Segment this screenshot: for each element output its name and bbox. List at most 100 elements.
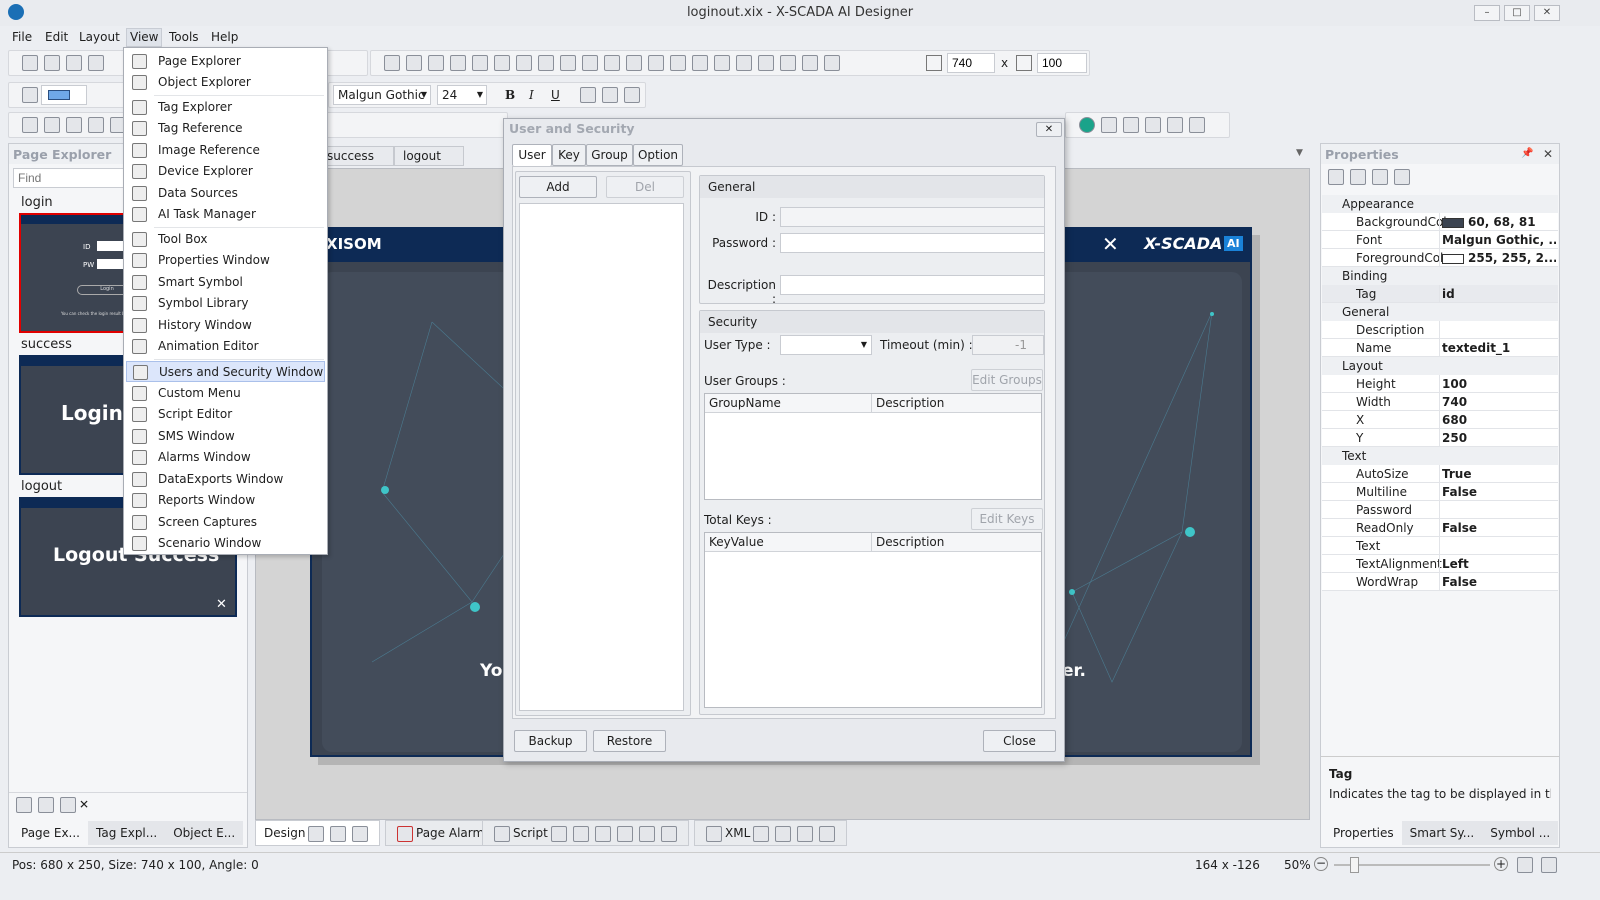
- menu-help[interactable]: Help: [211, 30, 238, 44]
- export-icon[interactable]: [572, 825, 589, 842]
- tab-smart-symbol[interactable]: Smart Sy...: [1401, 821, 1483, 845]
- property-row[interactable]: Name textedit_1: [1322, 339, 1558, 357]
- align-center-icon[interactable]: [602, 87, 618, 103]
- property-value[interactable]: True: [1442, 467, 1556, 481]
- doc-tab-success[interactable]: success: [318, 146, 394, 166]
- view-menu-item[interactable]: Data Sources: [126, 183, 325, 204]
- tab-symbol-library[interactable]: Symbol ...: [1482, 821, 1559, 845]
- property-pages-icon[interactable]: [1372, 169, 1388, 185]
- rotate-left-icon[interactable]: [802, 55, 818, 71]
- column-header[interactable]: Description: [872, 533, 948, 551]
- property-category[interactable]: Appearance: [1322, 195, 1558, 213]
- area-chart-icon[interactable]: [1167, 117, 1183, 133]
- align-bottom-icon[interactable]: [538, 55, 554, 71]
- trend-chart-icon[interactable]: [1145, 117, 1161, 133]
- tab-page-alarm[interactable]: Page Alarm: [385, 820, 494, 846]
- copy-page-icon[interactable]: [60, 797, 76, 813]
- property-value[interactable]: 680: [1442, 413, 1556, 427]
- property-row[interactable]: BackgroundColc 60, 68, 81: [1322, 213, 1558, 231]
- save-all-icon[interactable]: [88, 55, 104, 71]
- property-value[interactable]: 740: [1442, 395, 1556, 409]
- zoom-out-button[interactable]: −: [1314, 857, 1328, 871]
- sort-az-icon[interactable]: [1350, 169, 1366, 185]
- underline-button[interactable]: U: [551, 88, 560, 102]
- property-value[interactable]: Left: [1442, 557, 1556, 571]
- property-row[interactable]: Multiline False: [1322, 483, 1558, 501]
- align-right-edges-icon[interactable]: [472, 55, 488, 71]
- fit-page-icon[interactable]: [1517, 857, 1533, 873]
- tab-user[interactable]: User: [512, 144, 552, 166]
- delete-user-button[interactable]: Del: [606, 176, 684, 198]
- menu-edit[interactable]: Edit: [45, 30, 68, 44]
- view-menu-item[interactable]: Screen Captures: [126, 512, 325, 533]
- property-row[interactable]: Description: [1322, 321, 1558, 339]
- forward-icon[interactable]: [714, 55, 730, 71]
- page-image-icon[interactable]: [16, 797, 32, 813]
- view-menu-item[interactable]: Alarms Window: [126, 447, 325, 468]
- view-menu-item[interactable]: Script Editor: [126, 404, 325, 425]
- align-left-icon[interactable]: [580, 87, 596, 103]
- password-input[interactable]: [780, 233, 1045, 253]
- height-input[interactable]: [1037, 53, 1087, 73]
- rotate-right-icon[interactable]: [824, 55, 840, 71]
- tab-tag-explorer[interactable]: Tag Expl...: [88, 821, 166, 845]
- new-page-icon[interactable]: [38, 797, 54, 813]
- same-height-icon[interactable]: [582, 55, 598, 71]
- align-top-icon[interactable]: [494, 55, 510, 71]
- view-menu-item[interactable]: Image Reference: [126, 140, 325, 161]
- property-value[interactable]: 255, 255, 2...: [1442, 251, 1556, 265]
- property-value[interactable]: 60, 68, 81: [1442, 215, 1556, 229]
- view-menu-item[interactable]: Tag Explorer: [126, 97, 325, 118]
- fill-color-picker[interactable]: [41, 85, 87, 105]
- align-centers-icon[interactable]: [450, 55, 466, 71]
- menu-tools[interactable]: Tools: [169, 30, 199, 44]
- user-groups-table[interactable]: GroupName Description: [704, 393, 1042, 500]
- property-category[interactable]: General: [1322, 303, 1558, 321]
- user-list[interactable]: [519, 203, 684, 711]
- property-value[interactable]: False: [1442, 521, 1556, 535]
- flip-v-icon[interactable]: [780, 55, 796, 71]
- globe-icon[interactable]: [1079, 117, 1095, 133]
- save-icon[interactable]: [66, 55, 82, 71]
- property-value[interactable]: textedit_1: [1442, 341, 1556, 355]
- zoom-slider[interactable]: [1334, 857, 1490, 873]
- polyline-icon[interactable]: [44, 117, 60, 133]
- tab-script[interactable]: Script: [482, 820, 689, 846]
- width-input[interactable]: [947, 53, 995, 73]
- tools-icon[interactable]: [616, 825, 633, 842]
- backup-button[interactable]: Backup: [514, 730, 587, 752]
- property-row[interactable]: Y 250: [1322, 429, 1558, 447]
- column-header[interactable]: Description: [872, 394, 948, 412]
- doc-tab-logout[interactable]: logout: [394, 146, 464, 166]
- property-row[interactable]: Password: [1322, 501, 1558, 519]
- bar-chart-icon[interactable]: [1189, 117, 1205, 133]
- property-value[interactable]: False: [1442, 575, 1556, 589]
- property-row[interactable]: X 680: [1322, 411, 1558, 429]
- bring-front-icon[interactable]: [670, 55, 686, 71]
- tab-object-explorer[interactable]: Object E...: [165, 821, 244, 845]
- property-row[interactable]: ForegroundColc 255, 255, 2...: [1322, 249, 1558, 267]
- column-header[interactable]: KeyValue: [705, 533, 872, 551]
- close-window-button[interactable]: ✕: [1534, 5, 1560, 21]
- center-v-icon[interactable]: [648, 55, 664, 71]
- view-menu-item[interactable]: AI Task Manager: [126, 204, 325, 225]
- align-middle-icon[interactable]: [516, 55, 532, 71]
- view-menu-item[interactable]: Tool Box: [126, 229, 325, 250]
- zoom-in-icon[interactable]: [638, 825, 655, 842]
- align-left-edges-icon[interactable]: [428, 55, 444, 71]
- property-category[interactable]: Text: [1322, 447, 1558, 465]
- zoom-in-button[interactable]: +: [1494, 857, 1508, 871]
- tab-xml[interactable]: XML: [694, 820, 848, 846]
- tab-option[interactable]: Option: [633, 144, 683, 166]
- table-icon[interactable]: [1123, 117, 1139, 133]
- zoom-out-icon[interactable]: [819, 825, 836, 842]
- view-menu-item[interactable]: Custom Menu: [126, 383, 325, 404]
- property-value[interactable]: id: [1442, 287, 1556, 301]
- events-wand-icon[interactable]: [1394, 169, 1410, 185]
- property-row[interactable]: Font Malgun Gothic, ...: [1322, 231, 1558, 249]
- view-menu-item[interactable]: Symbol Library: [126, 293, 325, 314]
- categorized-icon[interactable]: [1328, 169, 1344, 185]
- view-menu-item[interactable]: Device Explorer: [126, 161, 325, 182]
- property-category[interactable]: Layout: [1322, 357, 1558, 375]
- new-file-icon[interactable]: [22, 55, 38, 71]
